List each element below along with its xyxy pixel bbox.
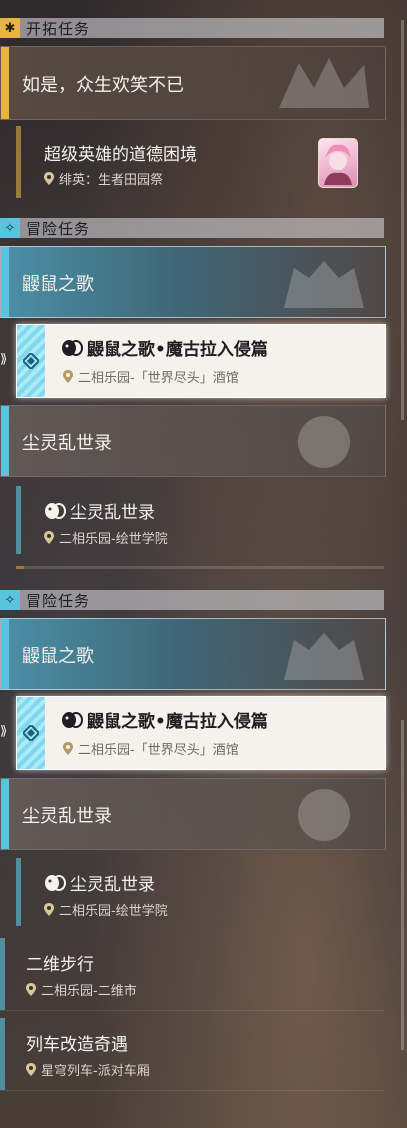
quest-line [16,858,21,926]
quest-location-text: 二相乐园-「世界尽头」酒馆 [78,371,239,386]
section-header-adventure: ✧ 冒险任务 [0,218,384,238]
category-label: 鼹鼠之歌 [22,274,94,295]
location-pin-icon [26,983,36,996]
selected-arrow-icon: ⟫ [0,724,8,739]
quest-item-dust-spirit[interactable]: 尘灵乱世录 二相乐园-绘世学院 [16,486,384,554]
diamond-marker-icon [23,725,39,741]
quest-location-text: 二相乐园-绘世学院 [59,532,168,547]
location-pin-icon [26,1063,36,1076]
category-card-mole-song[interactable]: 鼹鼠之歌 [0,246,386,318]
scrollbar-track[interactable] [401,20,404,420]
quest-line [16,486,21,554]
category-label: 如是，众生欢笑不已 [22,75,184,96]
quest-title-text: 尘灵乱世录 [70,875,155,895]
location-pin-icon [44,531,54,544]
quest-item-2d-walk[interactable]: 二维步行 二相乐园-二维市 [0,938,384,1011]
adventure-icon: ✧ [0,590,20,610]
section-header-trailblaze: ✱ 开拓任务 [0,18,384,38]
emblem-decoration-icon [284,261,364,308]
quest-location: 二相乐园-二维市 [26,980,137,999]
section-title: 冒险任务 [26,219,91,238]
emblem-decoration-icon [298,416,350,468]
quest-title: 尘灵乱世录 [44,498,155,523]
category-accent-bar [1,47,9,119]
category-accent-bar [1,247,9,317]
quest-title: 列车改造奇遇 [26,1035,128,1055]
quest-location: 二相乐园-绘世学院 [44,900,168,919]
quest-location-text: 二相乐园-绘世学院 [59,904,168,919]
location-pin-icon [63,370,73,383]
category-accent-bar [1,406,9,476]
quest-item-selected[interactable]: 鼹鼠之歌•魔古拉入侵篇 二相乐园-「世界尽头」酒馆 [16,696,386,770]
quest-item-train-remodel[interactable]: 列车改造奇遇 星穹列车-派对车厢 [0,1018,384,1091]
category-card-dust-spirit[interactable]: 尘灵乱世录 [0,405,386,477]
quest-title-text: 鼹鼠之歌•魔古拉入侵篇 [87,340,268,360]
clown-mask-icon [45,502,66,519]
divider [16,566,384,569]
location-pin-icon [44,172,54,185]
category-card-trailblaze[interactable]: 如是，众生欢笑不已 [0,46,386,120]
quest-title: 二维步行 [26,955,94,975]
clown-mask-icon [45,874,66,891]
character-portrait-icon [324,144,352,185]
location-pin-icon [63,742,73,755]
emblem-decoration-icon [298,789,350,841]
quest-location-text: 绯英：生者田园祭 [59,173,164,188]
quest-line [0,938,5,1010]
quest-title: 超级英雄的道德困境 [44,145,197,165]
quest-line [0,1018,5,1090]
emblem-decoration-icon [279,58,369,108]
category-accent-bar [1,619,9,689]
selected-arrow-icon: ⟫ [0,352,8,367]
character-avatar[interactable] [318,138,358,188]
category-label: 尘灵乱世录 [22,806,112,827]
trailblaze-icon: ✱ [0,18,20,38]
quest-location: 星穹列车-派对车厢 [26,1060,150,1079]
quest-location: 绯英：生者田园祭 [44,169,163,188]
quest-item-selected[interactable]: 鼹鼠之歌•魔古拉入侵篇 二相乐园-「世界尽头」酒馆 [16,324,386,398]
category-accent-bar [1,779,9,849]
section-title: 开拓任务 [26,19,91,38]
scrollbar-track-2[interactable] [401,720,404,1050]
quest-title-text: 尘灵乱世录 [70,503,155,523]
location-pin-icon [44,903,54,916]
category-card-mole-song[interactable]: 鼹鼠之歌 [0,618,386,690]
section-title: 冒险任务 [26,591,91,610]
quest-item-dust-spirit[interactable]: 尘灵乱世录 二相乐园-绘世学院 [16,858,384,926]
category-label: 鼹鼠之歌 [22,646,94,667]
clown-mask-icon [62,711,83,728]
quest-title: 鼹鼠之歌•魔古拉入侵篇 [61,335,268,360]
quest-title: 鼹鼠之歌•魔古拉入侵篇 [61,707,268,732]
quest-line [16,126,21,198]
selected-stripe [17,697,45,769]
quest-location-text: 星穹列车-派对车厢 [41,1064,150,1079]
emblem-decoration-icon [284,633,364,680]
quest-location-text: 二相乐园-二维市 [41,984,137,999]
quest-item-trailblaze[interactable]: 超级英雄的道德困境 绯英：生者田园祭 [16,126,384,198]
selected-stripe [17,325,45,397]
quest-title-text: 鼹鼠之歌•魔古拉入侵篇 [87,712,268,732]
quest-location: 二相乐园-绘世学院 [44,528,168,547]
category-label: 尘灵乱世录 [22,433,112,454]
quest-title: 尘灵乱世录 [44,870,155,895]
quest-location-text: 二相乐园-「世界尽头」酒馆 [78,743,239,758]
adventure-icon: ✧ [0,218,20,238]
section-header-adventure-2: ✧ 冒险任务 [0,590,384,610]
category-card-dust-spirit[interactable]: 尘灵乱世录 [0,778,386,850]
diamond-marker-icon [23,353,39,369]
clown-mask-icon [62,339,83,356]
quest-location: 二相乐园-「世界尽头」酒馆 [63,739,239,758]
quest-location: 二相乐园-「世界尽头」酒馆 [63,367,239,386]
